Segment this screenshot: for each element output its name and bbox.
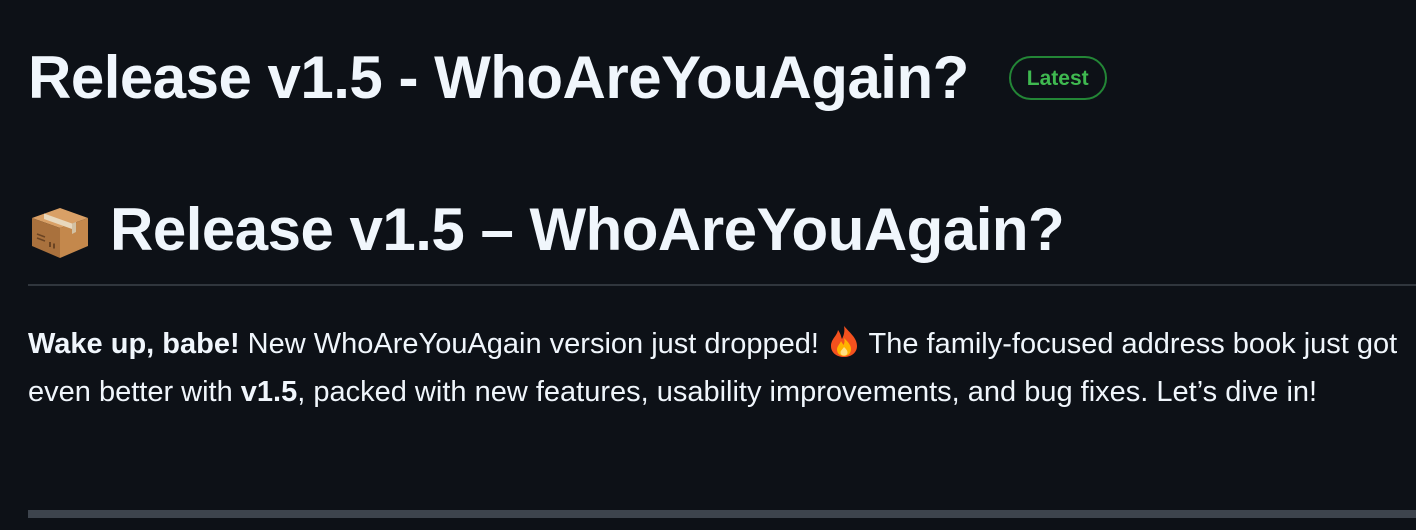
release-notes-heading-text: Release v1.5 – WhoAreYouAgain?: [110, 196, 1065, 263]
release-header: Release v1.5 - WhoAreYouAgain? Latest: [28, 38, 1107, 118]
package-icon: [28, 198, 92, 262]
section-divider: [28, 510, 1416, 518]
fire-icon: [827, 324, 861, 358]
release-title: Release v1.5 - WhoAreYouAgain?: [28, 44, 969, 111]
latest-badge: Latest: [1008, 56, 1107, 100]
intro-text-3: , packed with new features, usability im…: [297, 376, 1318, 408]
intro-lead-bold: Wake up, babe!: [28, 328, 240, 360]
version-bold: v1.5: [240, 376, 298, 408]
intro-text-1: New WhoAreYouAgain version just dropped!: [239, 328, 827, 360]
heading-divider: [28, 284, 1416, 286]
intro-paragraph: Wake up, babe! New WhoAreYouAgain versio…: [28, 320, 1408, 416]
release-notes-heading: Release v1.5 – WhoAreYouAgain?: [28, 190, 1065, 270]
